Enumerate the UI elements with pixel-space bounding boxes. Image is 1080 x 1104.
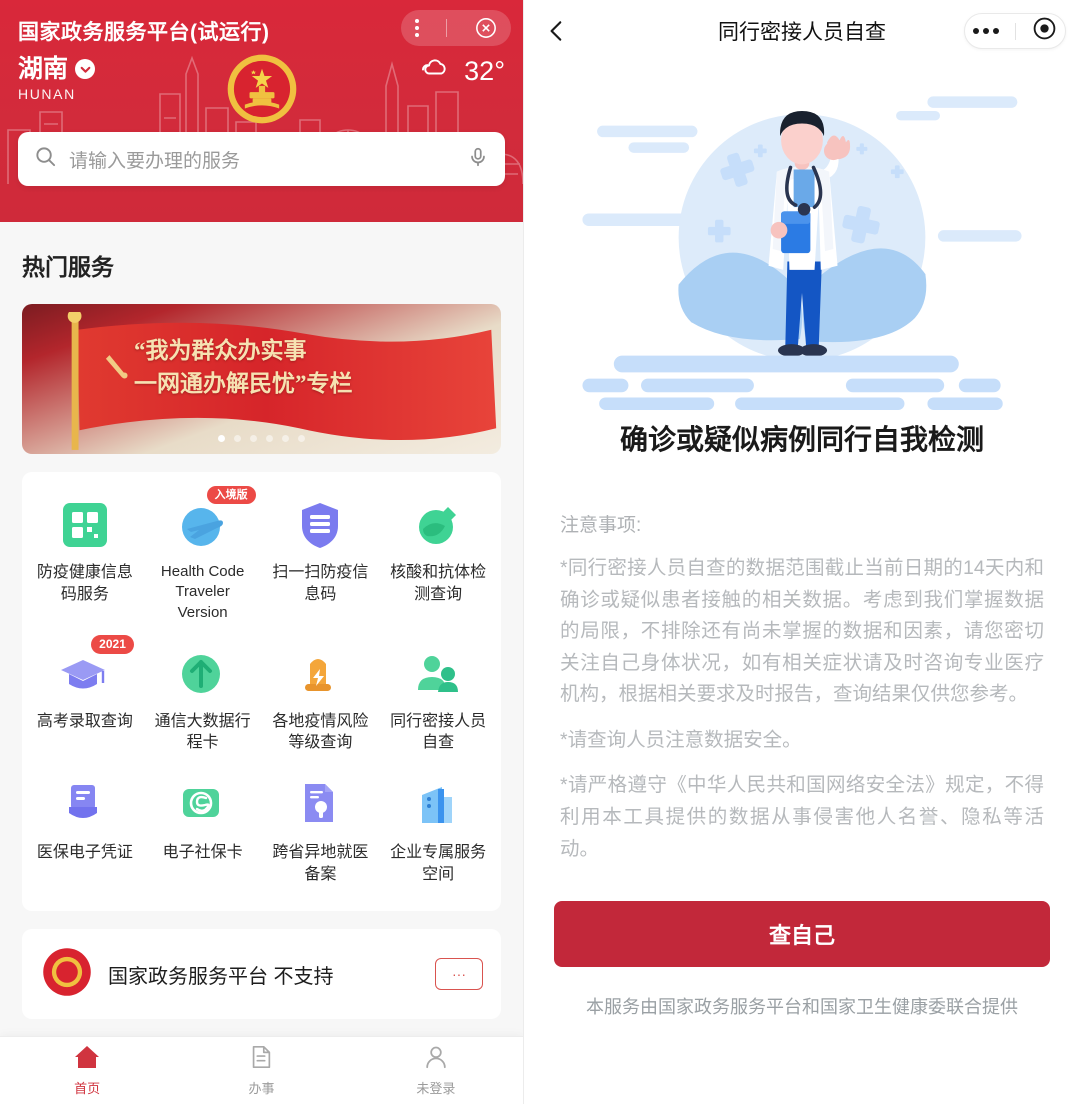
service-tile-label: 跨省异地就医备案: [272, 843, 369, 883]
detail-footer: 本服务由国家政务服务平台和国家卫生健康委联合提供: [586, 997, 1018, 1018]
doctor-waving-illustration: [524, 62, 1080, 412]
search-input[interactable]: 请输入要办理的服务: [69, 146, 467, 173]
check-self-button[interactable]: 查自己: [554, 901, 1050, 968]
page-title: 国家政务服务平台(试运行): [18, 21, 270, 44]
service-tile[interactable]: 通信大数据行程卡: [144, 639, 262, 764]
cloudy-icon: [419, 56, 455, 87]
alarm-light-icon: [293, 647, 347, 701]
service-tile[interactable]: 同行密接人员自查: [379, 639, 497, 764]
service-tile[interactable]: 各地疫情风险等级查询: [262, 639, 380, 764]
left-panel-home: 国家政务服务平台(试运行) 湖南 HUNAN 32° 请输入要办理的服务 热门服…: [0, 0, 523, 1104]
notes-title: 注意事项:: [560, 515, 642, 536]
airplane-icon: 入境版: [176, 486, 256, 552]
platform-notice-card[interactable]: 国家政务服务平台 不支持 ···: [22, 929, 501, 1020]
capsule-divider: [1015, 22, 1016, 40]
bottom-tab-bar: 首页 办事 未登录: [0, 1036, 523, 1104]
test-tube-icon: [411, 498, 465, 552]
banner-line-1: “我为群众办实事: [134, 338, 307, 363]
detail-header: 同行密接人员自查: [524, 0, 1080, 62]
services-card: 防疫健康信息码服务 入境版 Health Code Traveler Version…: [22, 472, 501, 912]
tab-account[interactable]: 未登录: [349, 1037, 523, 1104]
service-tile-label: 各地疫情风险等级查询: [272, 712, 369, 752]
service-tile[interactable]: 入境版 Health Code Traveler Version: [144, 486, 262, 633]
app-screen: 国家政务服务平台(试运行) 湖南 HUNAN 32° 请输入要办理的服务 热门服…: [0, 0, 1080, 1104]
banner-text: “我为群众办实事 一网通办解民忧”专栏: [134, 334, 473, 401]
services-grid: 防疫健康信息码服务 入境版 Health Code Traveler Version…: [26, 486, 497, 895]
service-tile-badge: 2021: [91, 634, 134, 654]
graduation-cap-icon: 2021: [58, 634, 134, 701]
microphone-icon[interactable]: [467, 146, 489, 173]
target-circle-icon[interactable]: [1032, 16, 1057, 46]
banner-line-2: 一网通办解民忧”专栏: [134, 371, 353, 397]
national-emblem-icon: [40, 945, 94, 1004]
region-name: 湖南: [18, 55, 69, 83]
more-horizontal-icon[interactable]: [973, 28, 999, 34]
home-icon: [73, 1044, 101, 1075]
promo-banner[interactable]: “我为群众办实事 一网通办解民忧”专栏: [22, 304, 501, 454]
social-security-card-icon: [176, 778, 230, 832]
close-circle-icon[interactable]: [475, 17, 497, 39]
note-paragraph: *同行密接人员自查的数据范围截止当前日期的14天内和确诊或疑似患者接触的相关数据…: [560, 557, 1044, 706]
national-emblem-icon: [223, 50, 301, 133]
service-tile-label: 同行密接人员自查: [390, 712, 487, 752]
tab-account-label: 未登录: [416, 1081, 456, 1096]
service-tile-badge: 入境版: [206, 486, 256, 505]
service-tile[interactable]: 核酸和抗体检测查询: [379, 490, 497, 633]
note-paragraph: *请严格遵守《中华人民共和国网络安全法》规定，不得利用本工具提供的数据从事侵害他…: [560, 774, 1044, 860]
service-tile-label: 核酸和抗体检测查询: [390, 564, 487, 603]
tab-home[interactable]: 首页: [0, 1037, 174, 1104]
arrow-up-circle-icon: [176, 647, 230, 701]
service-tile[interactable]: 企业专属服务空间: [379, 770, 497, 895]
service-tile[interactable]: 电子社保卡: [144, 770, 262, 895]
service-tile[interactable]: 医保电子凭证: [26, 770, 144, 895]
platform-notice-button[interactable]: ···: [435, 958, 483, 991]
person-icon: [423, 1044, 449, 1075]
document-icon: [248, 1044, 274, 1075]
home-red-header: 国家政务服务平台(试运行) 湖南 HUNAN 32° 请输入要办理的服务: [0, 0, 523, 222]
detail-notes: 注意事项: *同行密接人员自查的数据范围截止当前日期的14天内和确诊或疑似患者接…: [524, 458, 1080, 865]
health-code-grid-icon: [58, 498, 112, 552]
search-bar[interactable]: 请输入要办理的服务: [18, 132, 505, 186]
detail-heading: 确诊或疑似病例同行自我检测: [619, 424, 984, 455]
hot-services-title: 热门服务: [22, 254, 114, 280]
notes-list: *同行密接人员自查的数据范围截止当前日期的14天内和确诊或疑似患者接触的相关数据…: [560, 553, 1044, 865]
service-tile[interactable]: 跨省异地就医备案: [262, 770, 380, 895]
mini-program-capsule[interactable]: [964, 13, 1066, 49]
service-tile[interactable]: 防疫健康信息码服务: [26, 490, 144, 633]
service-tile-label: 高考录取查询: [36, 712, 133, 730]
document-lock-icon: [293, 778, 347, 832]
service-tile-label: 医保电子凭证: [36, 843, 133, 861]
temperature-value: 32°: [464, 56, 505, 86]
search-icon: [34, 145, 57, 173]
shield-scan-icon: [293, 498, 347, 552]
two-people-icon: [411, 647, 465, 701]
chevron-left-icon[interactable]: [540, 14, 574, 48]
service-tile-label: 电子社保卡: [162, 843, 243, 861]
capsule-divider: [446, 19, 448, 37]
region-selector[interactable]: 湖南 HUNAN: [18, 55, 96, 103]
service-tile-label: 防疫健康信息码服务: [36, 564, 133, 603]
right-panel-detail: 同行密接人员自查 确诊或疑似病例同行自我检测 注意事项: *同行密接人员自查的数…: [523, 0, 1080, 1104]
tab-services[interactable]: 办事: [174, 1037, 348, 1104]
service-tile-label: Health Code Traveler Version: [160, 563, 245, 621]
banner-pagination-dots[interactable]: [22, 435, 501, 442]
app-title-row: 国家政务服务平台(试运行): [0, 0, 523, 50]
chevron-down-icon[interactable]: [75, 59, 96, 80]
tab-services-label: 办事: [248, 1081, 275, 1096]
weather-widget[interactable]: 32°: [419, 56, 505, 87]
medical-card-icon: [58, 778, 112, 832]
building-icon: [411, 778, 465, 832]
service-tile-label: 企业专属服务空间: [390, 843, 487, 883]
service-tile-label: 扫一扫防疫信息码: [272, 564, 369, 603]
region-name-en: HUNAN: [18, 86, 76, 103]
service-tile[interactable]: 2021 高考录取查询: [26, 634, 144, 764]
mini-program-capsule[interactable]: [401, 10, 511, 46]
region-weather-row: 湖南 HUNAN 32°: [0, 50, 523, 124]
tab-home-label: 首页: [74, 1081, 101, 1096]
service-tile[interactable]: 扫一扫防疫信息码: [262, 490, 380, 633]
service-tile-label: 通信大数据行程卡: [154, 712, 251, 752]
platform-notice-text: 国家政务服务平台 不支持: [108, 965, 334, 988]
note-paragraph: *请查询人员注意数据安全。: [560, 728, 802, 751]
more-vertical-icon[interactable]: [414, 19, 419, 37]
